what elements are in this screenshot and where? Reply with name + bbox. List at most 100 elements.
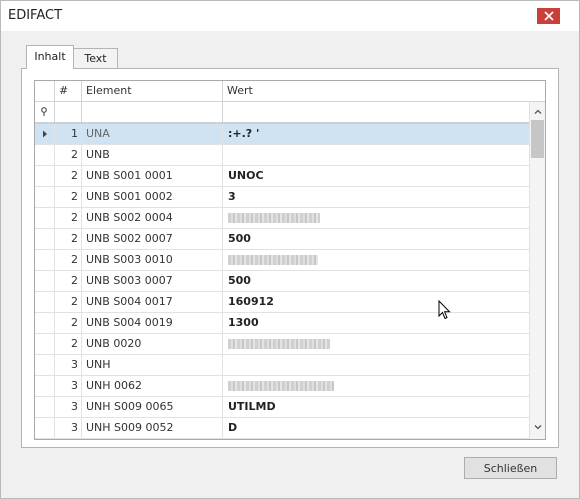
- filter-indicator: [35, 102, 55, 122]
- row-num-cell[interactable]: 2: [55, 271, 82, 291]
- table-row[interactable]: 2 UNB S004 0017 160912: [35, 292, 529, 313]
- table-row[interactable]: 2 UNB S002 0004: [35, 208, 529, 229]
- row-num-cell[interactable]: 3: [55, 355, 82, 375]
- row-element-cell[interactable]: UNB S001 0001: [82, 166, 223, 186]
- row-num-cell[interactable]: 2: [55, 292, 82, 312]
- mouse-cursor-icon: [438, 300, 451, 320]
- table-row[interactable]: 2 UNB S004 0019 1300: [35, 313, 529, 334]
- row-indicator-cell: [35, 271, 55, 291]
- row-element-cell[interactable]: UNB: [82, 145, 223, 165]
- header-element[interactable]: Element: [82, 81, 223, 101]
- row-value-cell[interactable]: [223, 250, 529, 270]
- close-window-button[interactable]: [537, 8, 560, 24]
- row-num-cell[interactable]: 2: [55, 166, 82, 186]
- row-element-cell[interactable]: UNB 0020: [82, 334, 223, 354]
- row-num-cell[interactable]: 3: [55, 397, 82, 417]
- row-indicator-cell: [35, 229, 55, 249]
- tab-inhalt[interactable]: Inhalt: [26, 45, 74, 69]
- tab-label: Inhalt: [34, 50, 66, 63]
- redacted-value: [228, 381, 334, 391]
- row-value-cell[interactable]: UNOC: [223, 166, 529, 186]
- table-row[interactable]: 1 UNA:+.? ': [35, 124, 529, 145]
- row-element-cell[interactable]: UNB S001 0002: [82, 187, 223, 207]
- close-icon: [543, 11, 554, 21]
- redacted-value: [228, 339, 330, 349]
- row-element-cell[interactable]: UNB S003 0007: [82, 271, 223, 291]
- row-indicator-cell: [35, 145, 55, 165]
- row-num-cell[interactable]: 2: [55, 334, 82, 354]
- header-indicator: [35, 81, 55, 101]
- row-element-cell[interactable]: UNB S003 0010: [82, 250, 223, 270]
- row-element-cell[interactable]: UNH S009 0065: [82, 397, 223, 417]
- row-element-cell[interactable]: UNH 0062: [82, 376, 223, 396]
- row-value-cell[interactable]: 500: [223, 229, 529, 249]
- filter-element-cell[interactable]: [82, 102, 223, 122]
- table-row[interactable]: 2 UNB: [35, 145, 529, 166]
- filter-row[interactable]: [35, 102, 545, 124]
- filter-num-cell[interactable]: [55, 102, 82, 122]
- row-element-cell[interactable]: UNB S004 0017: [82, 292, 223, 312]
- table-row[interactable]: 3 UNH: [35, 355, 529, 376]
- row-element-cell[interactable]: UNB S002 0004: [82, 208, 223, 228]
- close-button[interactable]: Schließen: [464, 457, 557, 479]
- chevron-down-icon[interactable]: [533, 422, 543, 432]
- row-indicator-cell: [35, 313, 55, 333]
- row-num-cell[interactable]: 2: [55, 229, 82, 249]
- row-indicator-cell: [35, 250, 55, 270]
- window-title: EDIFACT: [8, 8, 63, 23]
- grid-header: # Element Wert: [35, 81, 545, 102]
- title-bar: EDIFACT: [1, 1, 579, 31]
- row-indicator-cell: [35, 124, 55, 144]
- table-row[interactable]: 2 UNB S001 0001 UNOC: [35, 166, 529, 187]
- row-num-cell[interactable]: 2: [55, 208, 82, 228]
- vertical-scrollbar[interactable]: [529, 102, 545, 439]
- table-row[interactable]: 3 UNH S009 0052 D: [35, 418, 529, 439]
- tab-text[interactable]: Text: [73, 48, 118, 69]
- tab-label: Text: [84, 52, 107, 65]
- row-num-cell[interactable]: 2: [55, 250, 82, 270]
- row-value-cell[interactable]: [223, 145, 529, 165]
- row-indicator-cell: [35, 355, 55, 375]
- row-element-cell[interactable]: UNB S004 0019: [82, 313, 223, 333]
- table-row[interactable]: 3 UNH S009 0065 UTILMD: [35, 397, 529, 418]
- row-value-cell[interactable]: [223, 334, 529, 354]
- table-row[interactable]: 3 UNH 0062: [35, 376, 529, 397]
- table-row[interactable]: 2 UNB S003 0010: [35, 250, 529, 271]
- row-value-cell[interactable]: 1300: [223, 313, 529, 333]
- row-indicator-cell: [35, 208, 55, 228]
- row-value-cell[interactable]: [223, 376, 529, 396]
- table-row[interactable]: 2 UNB S001 0002 3: [35, 187, 529, 208]
- row-element-cell[interactable]: UNH S009 0052: [82, 418, 223, 438]
- row-num-cell[interactable]: 2: [55, 187, 82, 207]
- header-value[interactable]: Wert: [223, 81, 529, 101]
- pin-icon: [41, 107, 47, 116]
- row-indicator-cell: [35, 292, 55, 312]
- row-num-cell[interactable]: 3: [55, 418, 82, 438]
- row-value-cell[interactable]: 3: [223, 187, 529, 207]
- row-value-cell[interactable]: UTILMD: [223, 397, 529, 417]
- row-value-cell[interactable]: [223, 355, 529, 375]
- row-num-cell[interactable]: 2: [55, 313, 82, 333]
- table-row[interactable]: 2 UNB S002 0007 500: [35, 229, 529, 250]
- row-element-cell[interactable]: UNA: [82, 124, 223, 144]
- filter-value-cell[interactable]: [223, 102, 529, 122]
- row-value-cell[interactable]: :+.? ': [223, 124, 529, 144]
- row-element-cell[interactable]: UNB S002 0007: [82, 229, 223, 249]
- header-num[interactable]: #: [55, 81, 82, 101]
- row-value-cell[interactable]: 500: [223, 271, 529, 291]
- row-element-cell[interactable]: UNH: [82, 355, 223, 375]
- triangle-right-icon: [43, 130, 47, 138]
- row-num-cell[interactable]: 3: [55, 376, 82, 396]
- scrollbar-thumb[interactable]: [531, 120, 544, 158]
- row-value-cell[interactable]: D: [223, 418, 529, 438]
- row-indicator-cell: [35, 166, 55, 186]
- row-value-cell[interactable]: [223, 208, 529, 228]
- row-value-cell[interactable]: 160912: [223, 292, 529, 312]
- row-indicator-cell: [35, 397, 55, 417]
- row-indicator-cell: [35, 187, 55, 207]
- row-num-cell[interactable]: 2: [55, 145, 82, 165]
- chevron-up-icon[interactable]: [533, 107, 543, 117]
- table-row[interactable]: 2 UNB S003 0007 500: [35, 271, 529, 292]
- table-row[interactable]: 2 UNB 0020: [35, 334, 529, 355]
- row-num-cell[interactable]: 1: [55, 124, 82, 144]
